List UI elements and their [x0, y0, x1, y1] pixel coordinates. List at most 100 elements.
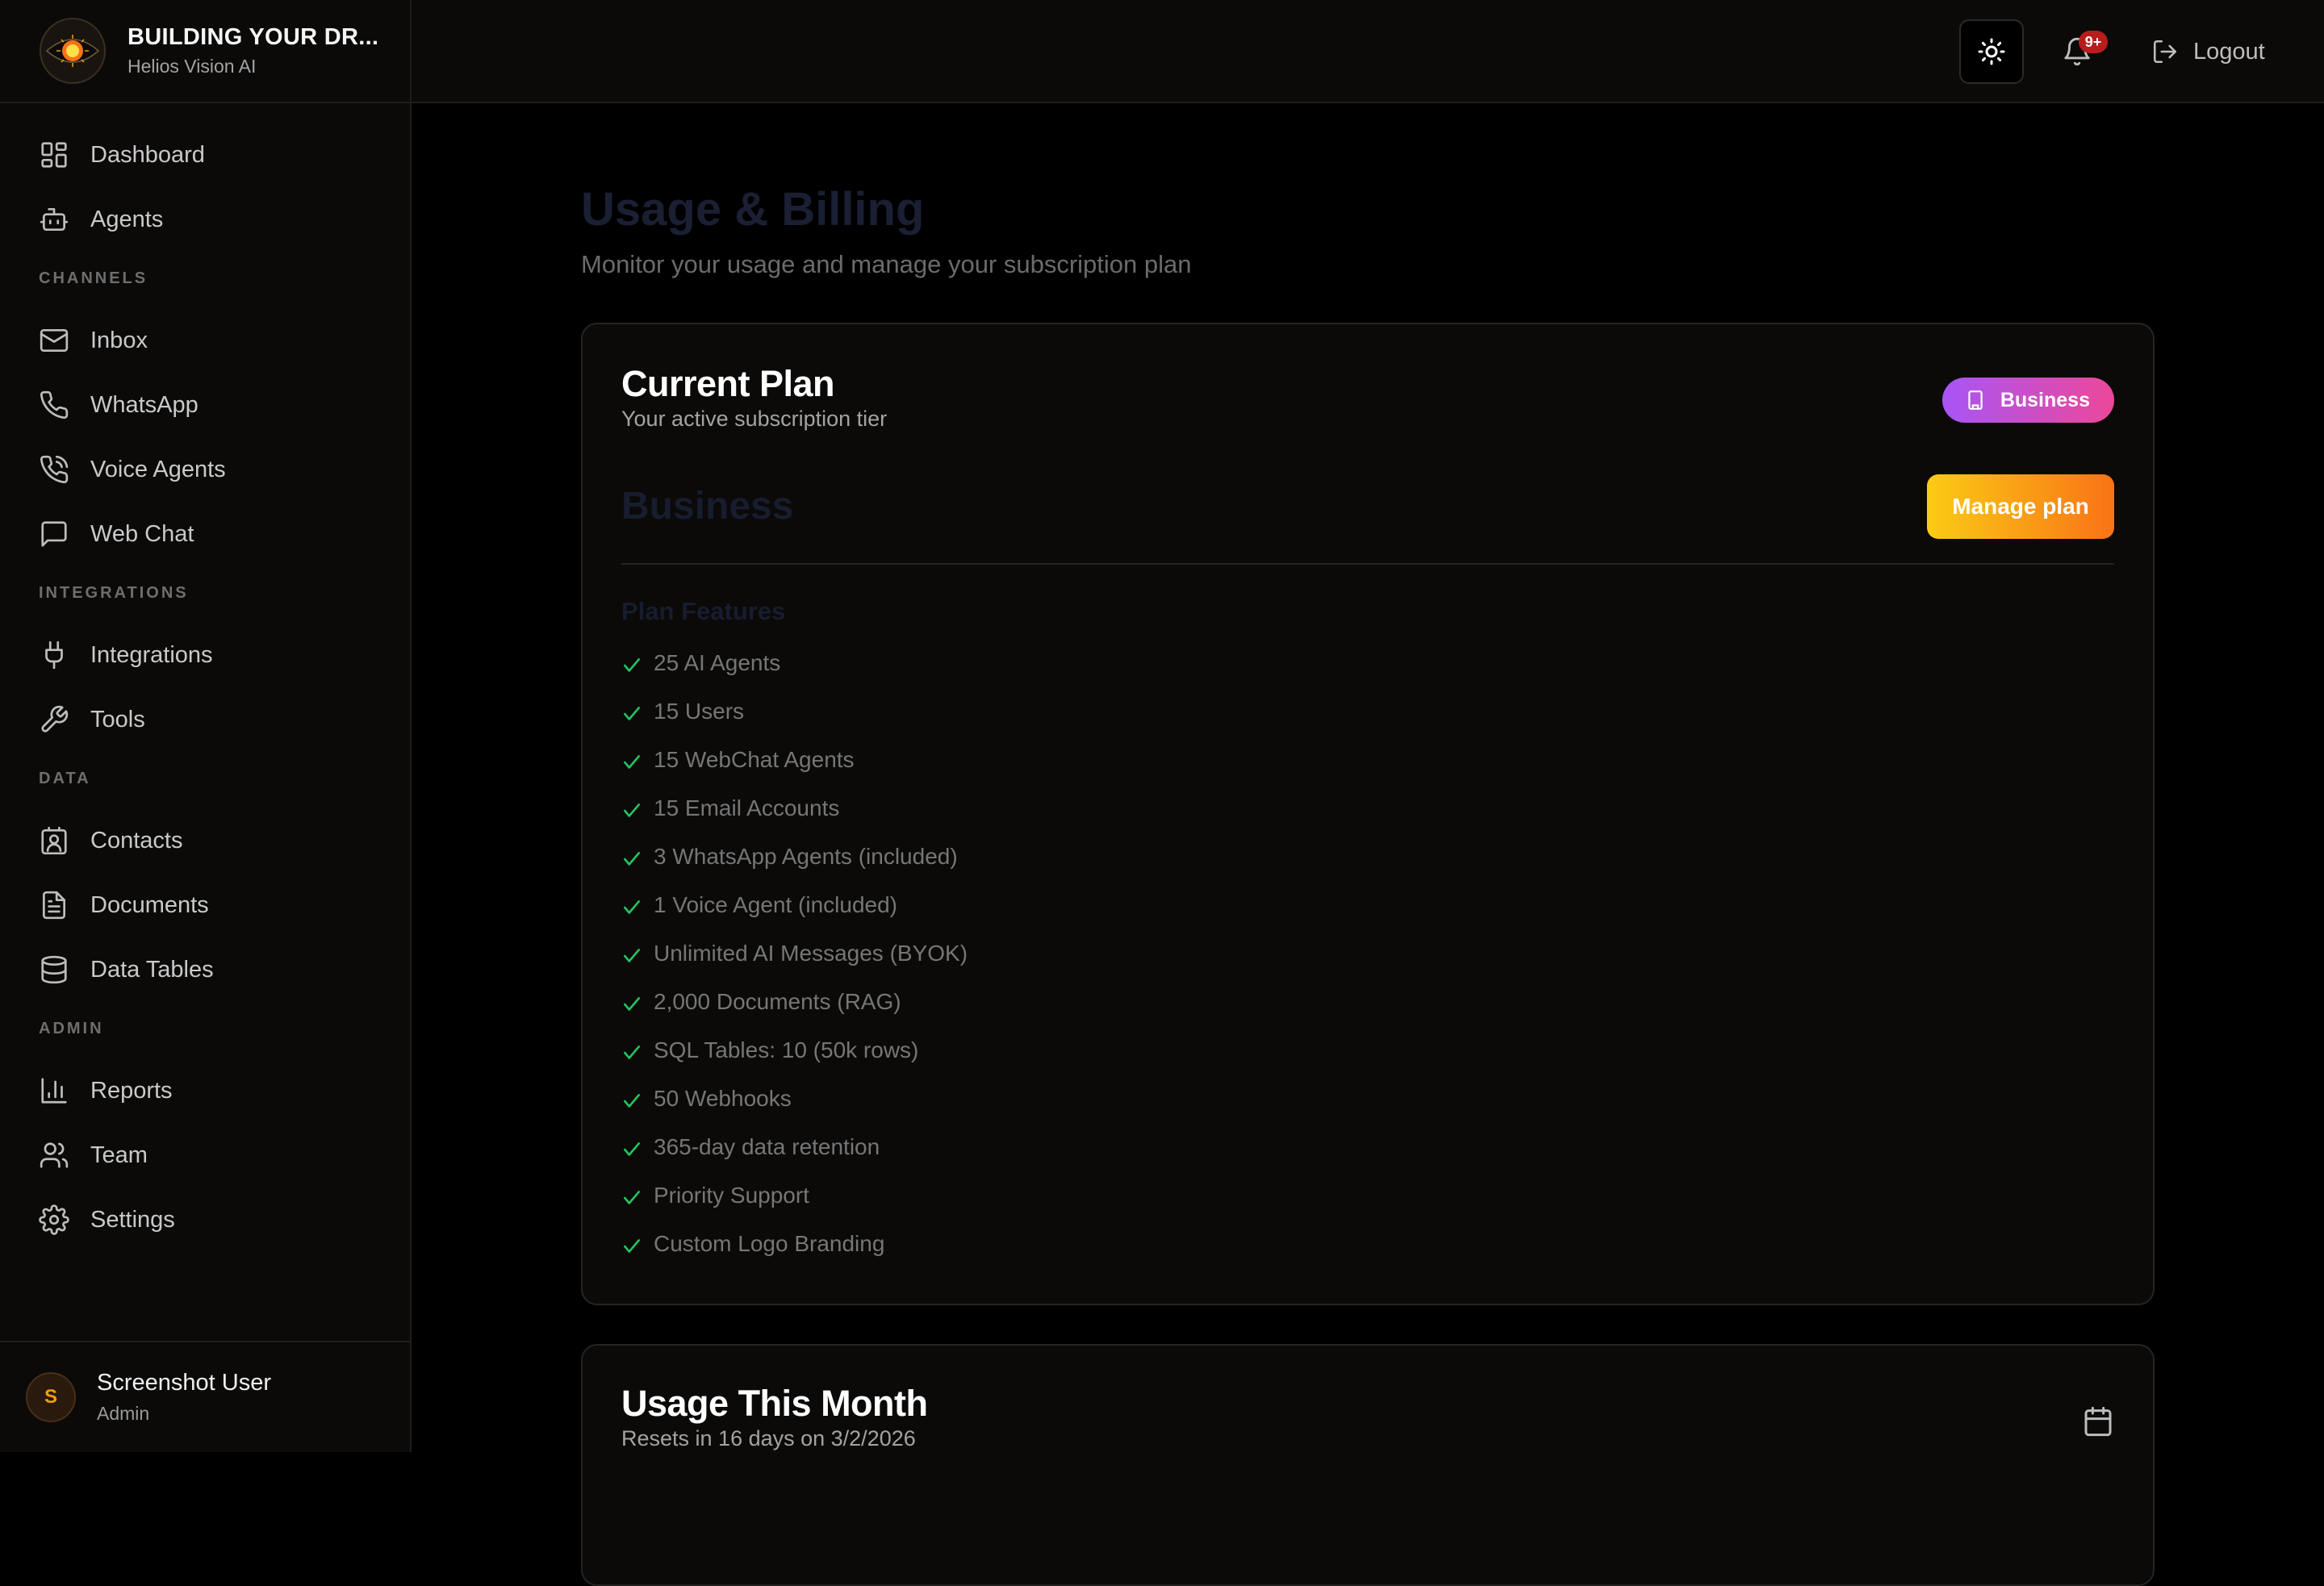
- sun-eye-logo-icon: [40, 18, 106, 84]
- workspace-name: BUILDING YOUR DR...: [127, 24, 379, 50]
- sun-icon: [1978, 38, 2005, 65]
- sidebar-item-label: Dashboard: [90, 141, 205, 168]
- sidebar-nav: Dashboard Agents CHANNELS Inbox WhatsApp…: [0, 103, 410, 1252]
- mail-icon: [40, 328, 69, 353]
- topbar: 9+ Logout: [412, 0, 2324, 103]
- phone-call-icon: [40, 455, 69, 484]
- list-item: 15 Email Accounts: [621, 784, 968, 833]
- chart-icon: [41, 1078, 67, 1104]
- feature-label: 2,000 Documents (RAG): [654, 989, 901, 1014]
- sidebar-item-label: Web Chat: [90, 520, 194, 547]
- logout-button[interactable]: Logout: [2151, 32, 2265, 71]
- feature-label: 365-day data retention: [654, 1134, 880, 1159]
- usage-reset-text: Resets in 16 days on 3/2/2026: [621, 1426, 916, 1450]
- sidebar-item-dashboard[interactable]: Dashboard: [0, 123, 410, 187]
- plan-badge: Business: [1942, 378, 2114, 423]
- users-icon: [40, 1142, 69, 1168]
- manage-plan-button[interactable]: Manage plan: [1927, 474, 2114, 539]
- sidebar-item-label: Contacts: [90, 827, 183, 854]
- feature-label: 15 WebChat Agents: [654, 747, 855, 772]
- sidebar-item-web-chat[interactable]: Web Chat: [0, 502, 410, 566]
- list-item: 2,000 Documents (RAG): [621, 978, 968, 1026]
- document-icon: [42, 891, 66, 920]
- wrench-icon: [41, 705, 69, 732]
- sidebar-item-label: Data Tables: [90, 956, 214, 983]
- sidebar-item-settings[interactable]: Settings: [0, 1187, 410, 1252]
- check-icon: [624, 658, 640, 672]
- theme-toggle-button[interactable]: [1959, 19, 2024, 84]
- brand-header[interactable]: BUILDING YOUR DR... Helios Vision AI: [0, 0, 410, 103]
- sidebar: BUILDING YOUR DR... Helios Vision AI Das…: [0, 0, 412, 1452]
- list-item: 365-day data retention: [621, 1123, 968, 1171]
- gear-icon: [39, 1204, 69, 1235]
- section-heading-admin: ADMIN: [39, 1020, 104, 1037]
- list-item: Unlimited AI Messages (BYOK): [621, 929, 968, 978]
- list-item: 25 AI Agents: [621, 639, 968, 687]
- check-icon: [624, 1094, 640, 1108]
- logout-label: Logout: [2193, 38, 2265, 65]
- card-title: Current Plan: [621, 363, 835, 404]
- list-item: Priority Support: [621, 1171, 968, 1220]
- sidebar-item-data-tables[interactable]: Data Tables: [0, 937, 410, 1002]
- divider: [621, 563, 2114, 565]
- feature-label: Custom Logo Branding: [654, 1231, 885, 1256]
- sidebar-item-label: WhatsApp: [90, 391, 199, 418]
- check-icon: [624, 755, 640, 769]
- check-icon: [624, 707, 640, 720]
- sidebar-item-label: Inbox: [90, 327, 148, 353]
- check-icon: [624, 852, 640, 866]
- sidebar-item-inbox[interactable]: Inbox: [0, 308, 410, 373]
- sidebar-item-label: Agents: [90, 206, 164, 232]
- sidebar-item-tools[interactable]: Tools: [0, 687, 410, 752]
- user-profile[interactable]: S Screenshot User Admin: [0, 1341, 410, 1452]
- notifications-button[interactable]: 9+: [2053, 27, 2108, 76]
- feature-label: Unlimited AI Messages (BYOK): [654, 941, 968, 966]
- sidebar-item-documents[interactable]: Documents: [0, 873, 410, 937]
- feature-label: 15 Email Accounts: [654, 795, 840, 820]
- list-item: 1 Voice Agent (included): [621, 881, 968, 929]
- card-title: Usage This Month: [621, 1383, 928, 1424]
- check-icon: [624, 803, 640, 817]
- sidebar-item-label: Tools: [90, 706, 145, 732]
- user-role: Admin: [97, 1403, 150, 1424]
- main-content: Usage & Billing Monitor your usage and m…: [413, 105, 2324, 1586]
- sidebar-item-contacts[interactable]: Contacts: [0, 808, 410, 873]
- feature-label: 3 WhatsApp Agents (included): [654, 844, 958, 869]
- check-icon: [624, 1046, 640, 1059]
- sidebar-item-label: Documents: [90, 891, 209, 918]
- list-item: 3 WhatsApp Agents (included): [621, 833, 968, 881]
- feature-label: 50 Webhooks: [654, 1086, 792, 1111]
- section-heading-integrations: INTEGRATIONS: [39, 584, 189, 602]
- feature-label: 25 AI Agents: [654, 650, 781, 675]
- list-item: Custom Logo Branding: [621, 1220, 968, 1268]
- sidebar-item-label: Voice Agents: [90, 456, 226, 482]
- user-name: Screenshot User: [97, 1370, 271, 1396]
- page-title: Usage & Billing: [581, 183, 925, 236]
- plug-icon: [45, 641, 63, 670]
- sidebar-item-agents[interactable]: Agents: [0, 187, 410, 252]
- sidebar-item-reports[interactable]: Reports: [0, 1058, 410, 1123]
- sidebar-item-integrations[interactable]: Integrations: [0, 623, 410, 687]
- plan-name: Business: [621, 485, 794, 528]
- sidebar-item-whatsapp[interactable]: WhatsApp: [0, 373, 410, 437]
- company-name: Helios Vision AI: [127, 56, 257, 77]
- calendar-icon: [2082, 1405, 2114, 1438]
- feature-label: 15 Users: [654, 699, 745, 724]
- database-icon: [41, 955, 67, 984]
- features-heading: Plan Features: [621, 597, 786, 625]
- bot-icon: [40, 207, 69, 232]
- section-heading-data: DATA: [39, 770, 91, 787]
- building-icon: [1968, 390, 1983, 410]
- feature-label: SQL Tables: 10 (50k rows): [654, 1037, 919, 1062]
- usage-card: Usage This Month Resets in 16 days on 3/…: [581, 1344, 2155, 1586]
- list-item: 15 WebChat Agents: [621, 736, 968, 784]
- contact-icon: [41, 826, 67, 855]
- sidebar-item-voice-agents[interactable]: Voice Agents: [0, 437, 410, 502]
- card-subtitle: Your active subscription tier: [621, 407, 888, 431]
- section-heading-channels: CHANNELS: [39, 269, 148, 287]
- check-icon: [624, 1191, 640, 1204]
- sidebar-item-team[interactable]: Team: [0, 1123, 410, 1187]
- sidebar-item-label: Reports: [90, 1077, 173, 1104]
- grid-icon: [41, 142, 67, 168]
- list-item: 50 Webhooks: [621, 1075, 968, 1123]
